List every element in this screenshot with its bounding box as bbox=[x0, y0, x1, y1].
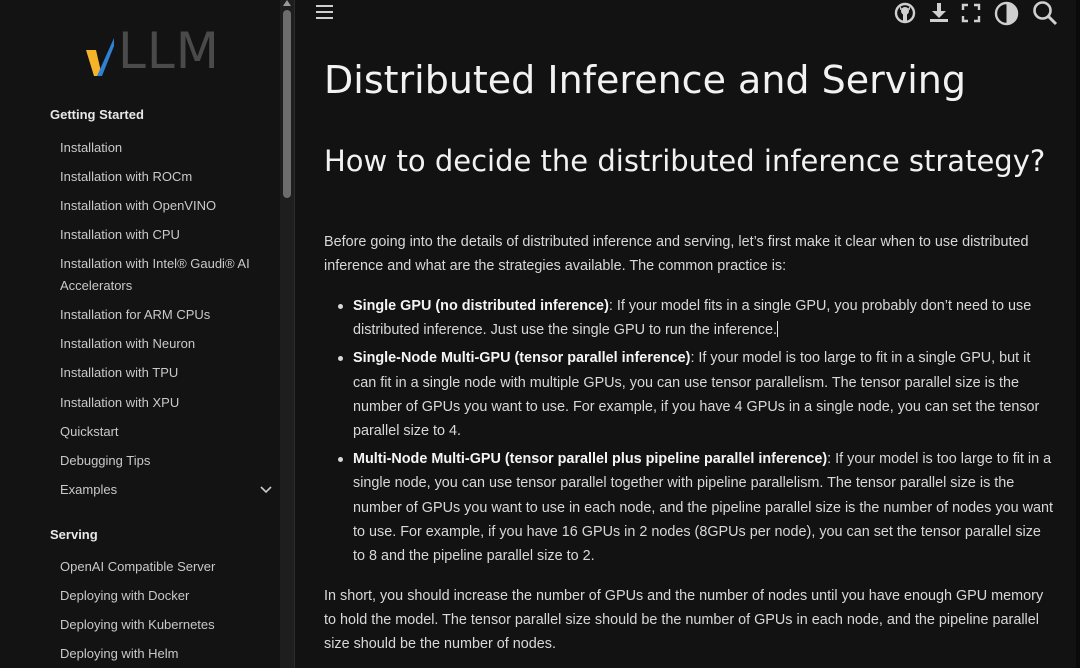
summary-paragraph: In short, you should increase the number… bbox=[324, 588, 1044, 652]
nav-item-docker[interactable]: Deploying with Docker bbox=[60, 585, 270, 607]
nav-item-installation-rocm[interactable]: Installation with ROCm bbox=[60, 166, 270, 188]
list-item: Single-Node Multi-GPU (tensor parallel i… bbox=[324, 346, 1054, 443]
nav-section-serving: Serving bbox=[50, 527, 98, 542]
nav-item-examples[interactable]: Examples bbox=[60, 479, 270, 501]
nav-section-getting-started: Getting Started bbox=[50, 107, 144, 122]
bullet-text: : If your model is too large to fit in a… bbox=[353, 451, 1053, 565]
page-title: Distributed Inference and Serving bbox=[324, 58, 966, 102]
intro-paragraph: Before going into the details of distrib… bbox=[324, 234, 1029, 274]
nav-item-installation-cpu[interactable]: Installation with CPU bbox=[60, 224, 270, 246]
bullet-title: Single GPU (no distributed inference) bbox=[353, 298, 609, 314]
theme-toggle-icon[interactable] bbox=[994, 1, 1019, 26]
window-edge bbox=[1076, 0, 1080, 668]
logo-text: LLM bbox=[118, 22, 220, 80]
vllm-logo[interactable]: LLM bbox=[84, 26, 220, 76]
search-icon[interactable] bbox=[1032, 0, 1058, 26]
nav-item-installation-arm[interactable]: Installation for ARM CPUs bbox=[60, 304, 270, 326]
text-cursor bbox=[776, 321, 778, 338]
nav-item-installation-xpu[interactable]: Installation with XPU bbox=[60, 392, 270, 414]
bullet-title: Multi-Node Multi-GPU (tensor parallel pl… bbox=[353, 451, 828, 468]
nav-item-helm[interactable]: Deploying with Helm bbox=[60, 643, 270, 665]
nav-item-installation[interactable]: Installation bbox=[60, 137, 270, 159]
download-icon[interactable] bbox=[928, 2, 950, 24]
sidebar: LLM Getting Started Installation Install… bbox=[0, 0, 280, 668]
chevron-down-icon[interactable] bbox=[259, 482, 273, 496]
fullscreen-icon[interactable] bbox=[961, 3, 981, 23]
github-icon[interactable] bbox=[894, 2, 916, 24]
nav-item-installation-neuron[interactable]: Installation with Neuron bbox=[60, 333, 270, 355]
scrollbar-thumb[interactable] bbox=[283, 10, 291, 198]
section-heading: How to decide the distributed inference … bbox=[324, 144, 1046, 178]
list-item: Multi-Node Multi-GPU (tensor parallel pl… bbox=[324, 447, 1054, 568]
divider bbox=[294, 0, 295, 668]
list-item: Single GPU (no distributed inference): I… bbox=[324, 294, 1054, 342]
bullet-title: Single-Node Multi-GPU (tensor parallel i… bbox=[353, 350, 691, 367]
vllm-logo-mark bbox=[86, 38, 114, 76]
nav-item-debugging-tips[interactable]: Debugging Tips bbox=[60, 450, 270, 472]
nav-item-installation-openvino[interactable]: Installation with OpenVINO bbox=[60, 195, 270, 217]
nav-item-openai-server[interactable]: OpenAI Compatible Server bbox=[60, 556, 270, 578]
menu-icon[interactable] bbox=[315, 3, 335, 21]
nav-item-installation-tpu[interactable]: Installation with TPU bbox=[60, 362, 270, 384]
nav-item-installation-gaudi[interactable]: Installation with Intel® Gaudi® AI Accel… bbox=[60, 253, 270, 297]
nav-item-kubernetes[interactable]: Deploying with Kubernetes bbox=[60, 614, 270, 636]
scroll-up-arrow-icon[interactable] bbox=[283, 0, 291, 6]
strategy-list: Single GPU (no distributed inference) : I… bbox=[324, 294, 1054, 572]
nav-item-quickstart[interactable]: Quickstart bbox=[60, 421, 270, 443]
